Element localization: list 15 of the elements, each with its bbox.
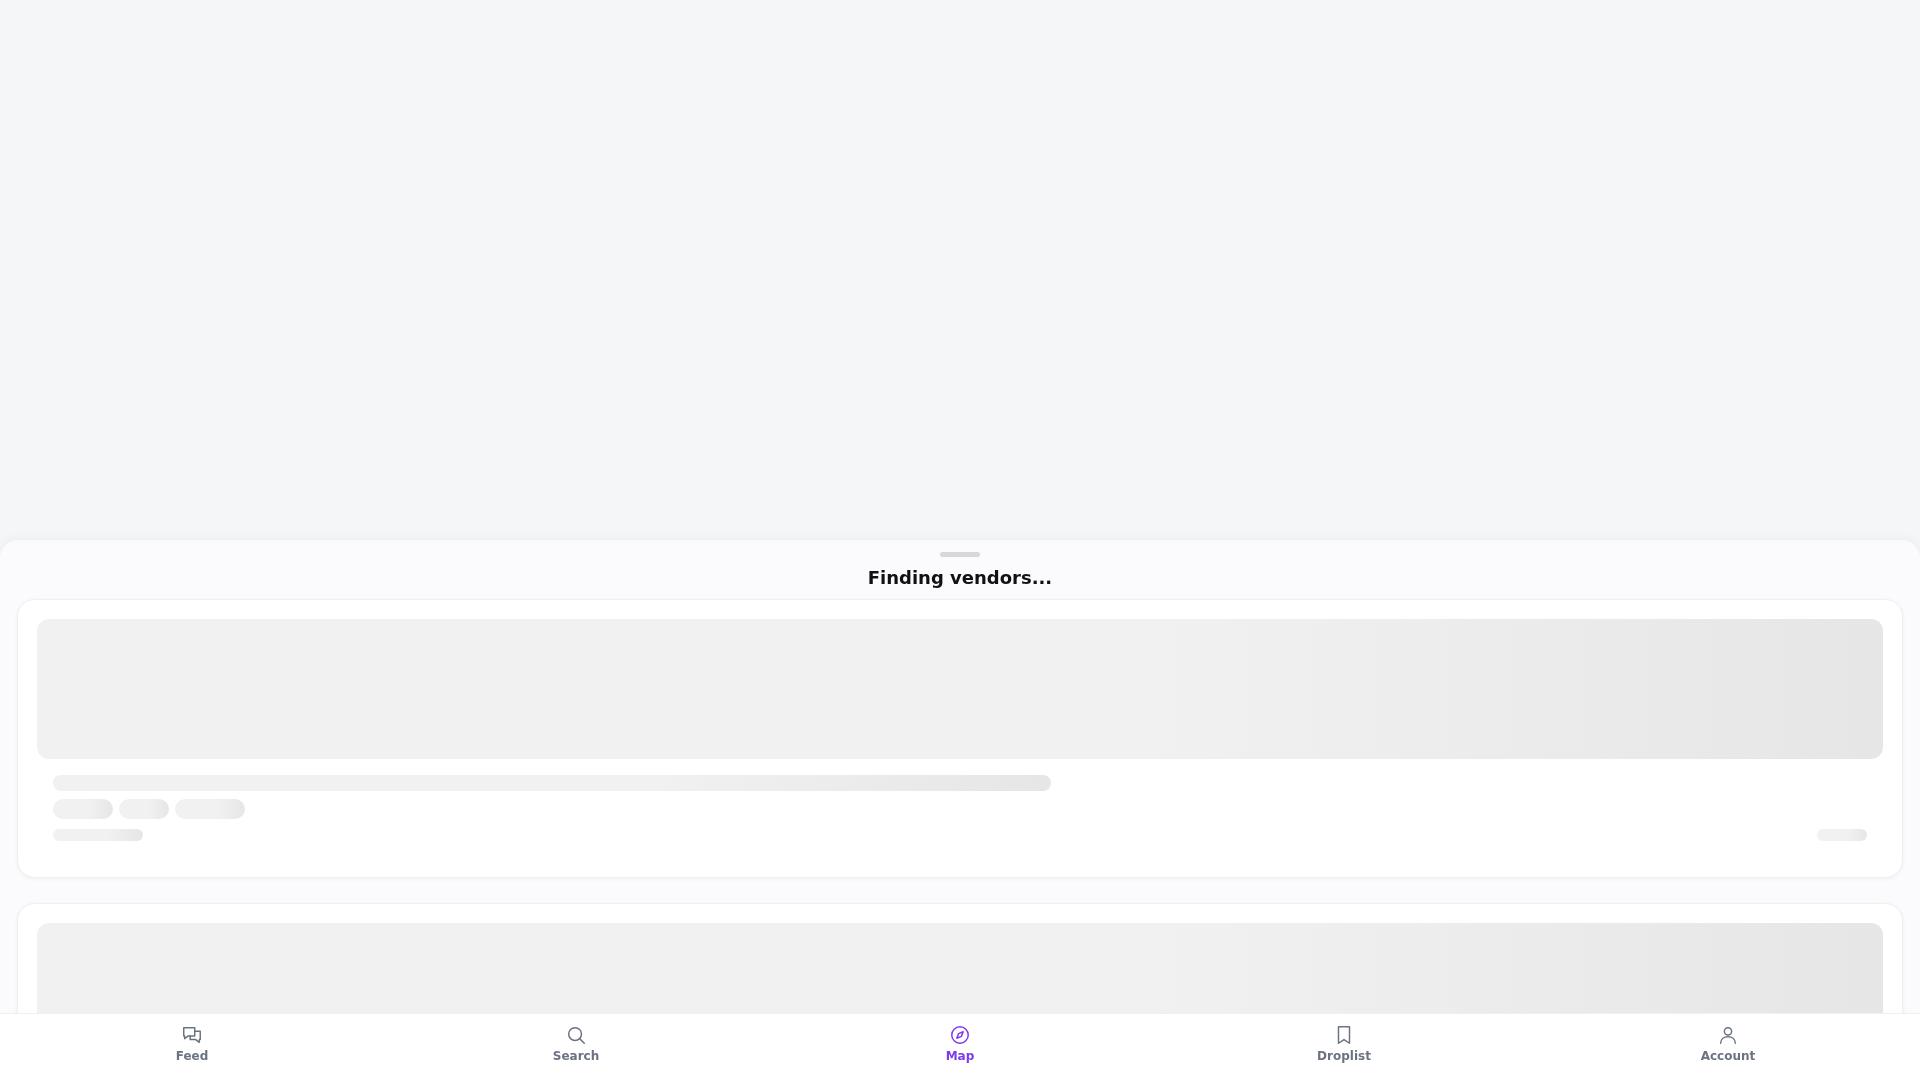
person-icon (1717, 1024, 1739, 1046)
nav-tab[interactable]: Search (384, 1014, 768, 1080)
search-icon (565, 1024, 587, 1046)
nav-tab[interactable]: Account (1536, 1014, 1920, 1080)
tag-placeholder (119, 799, 169, 819)
tag-placeholder (53, 799, 113, 819)
sheet-title: Finding vendors... (867, 567, 1053, 588)
chat-bubbles-icon (181, 1024, 203, 1046)
drag-handle[interactable] (940, 552, 980, 557)
nav-tab[interactable]: Feed (0, 1014, 384, 1080)
text-placeholder (1817, 829, 1867, 841)
compass-icon (949, 1024, 971, 1046)
nav-tab[interactable]: Droplist (1152, 1014, 1536, 1080)
tag-placeholder (175, 799, 245, 819)
nav-tab[interactable]: Map (768, 1014, 1152, 1080)
